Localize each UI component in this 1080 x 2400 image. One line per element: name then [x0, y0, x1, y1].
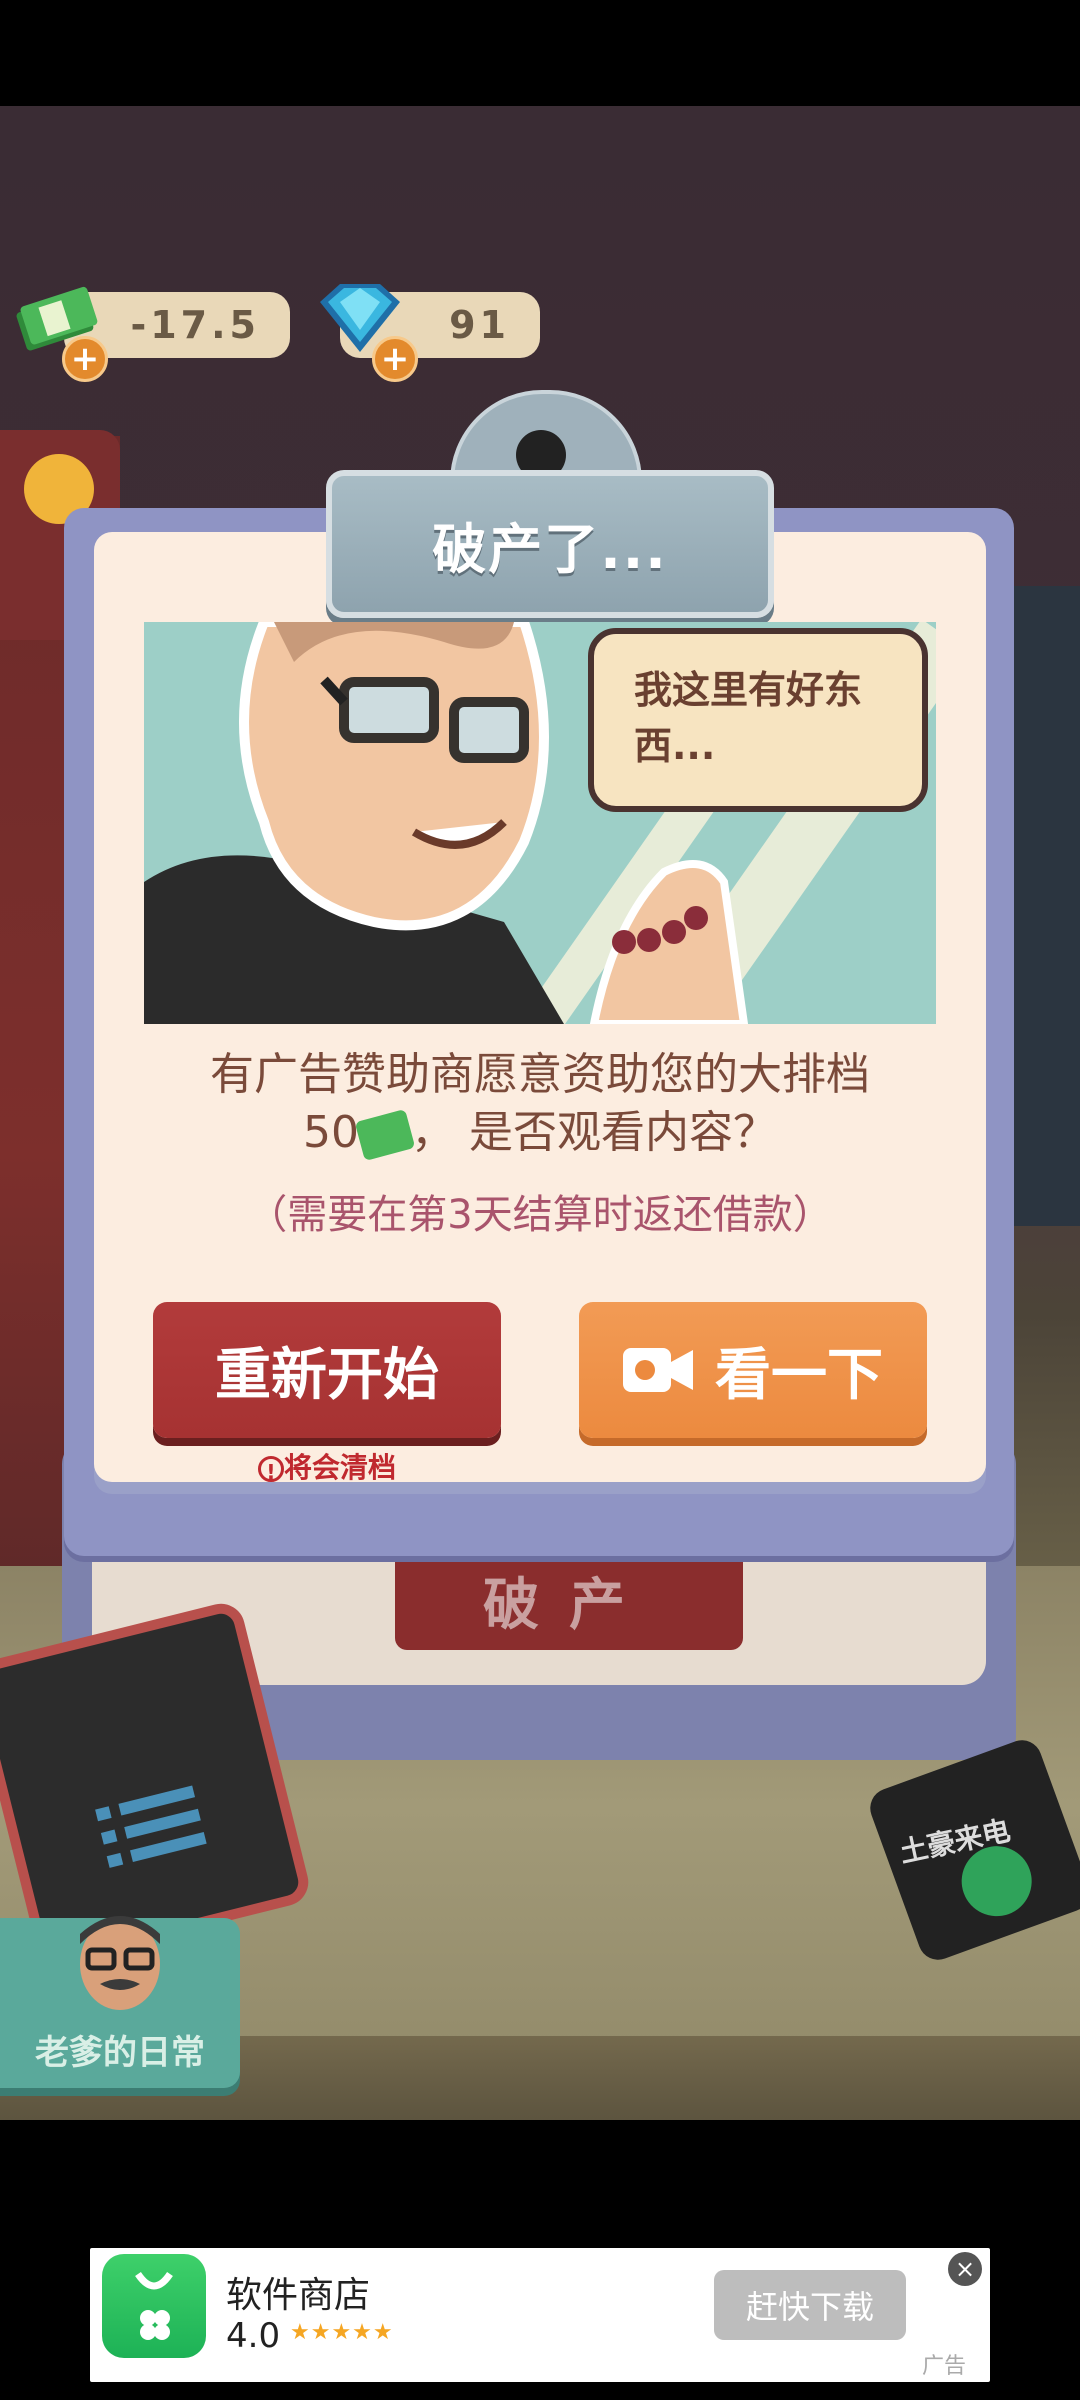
message-question: ， 是否观看内容？	[411, 1107, 777, 1158]
video-camera-icon	[623, 1348, 693, 1392]
rating-stars-icon: ★★★★★	[290, 2320, 394, 2345]
ad-label: 广告	[922, 2354, 967, 2379]
watch-label: 看一下	[715, 1342, 883, 1408]
reset-warning: ! 将会清档	[153, 1446, 501, 1486]
download-button[interactable]: 赶快下载	[714, 2270, 906, 2340]
dad-daily-button[interactable]: 老爹的日常	[0, 1916, 240, 2088]
restart-label: 重新开始	[215, 1342, 439, 1408]
title-plate: 破产了...	[326, 470, 774, 618]
warning-text: 将会清档	[283, 1451, 396, 1484]
money-value: -17.5	[130, 303, 260, 347]
sponsor-message: 有广告赞助商愿意资助您的大排档 50 ， 是否观看内容？	[144, 1046, 936, 1162]
close-ad-icon[interactable]: ×	[948, 2252, 982, 2286]
message-line1: 有广告赞助商愿意资助您的大排档	[210, 1049, 870, 1100]
watch-ad-button[interactable]: 看一下	[579, 1302, 927, 1438]
bankrupt-button[interactable]: 破产	[395, 1550, 743, 1650]
app-store-icon	[102, 2254, 206, 2358]
app-name: 软件商店	[226, 2275, 371, 2316]
gems-value: 91	[449, 303, 510, 347]
list-icon	[95, 1785, 207, 1868]
dad-daily-label: 老爹的日常	[35, 2033, 205, 2073]
restart-button[interactable]: 重新开始	[153, 1302, 501, 1438]
speech-text: 我这里有好东西...	[634, 668, 863, 768]
add-gems-button[interactable]: +	[372, 336, 418, 382]
app-rating: 4.0	[226, 2316, 281, 2356]
sponsor-amount: 50	[303, 1107, 359, 1158]
speech-bubble: 我这里有好东西...	[588, 628, 928, 812]
warning-icon: !	[257, 1456, 284, 1484]
message-line2: 50 ， 是否观看内容？	[144, 1104, 936, 1162]
cash-small-icon	[354, 1108, 416, 1162]
dad-avatar-icon	[80, 1916, 160, 2010]
status-bar	[0, 0, 1080, 106]
repay-note: （需要在第3天结算时返还借款）	[247, 1192, 833, 1238]
ad-banner[interactable]: 软件商店 4.0 ★★★★★ 赶快下载 × 广告	[90, 2248, 990, 2382]
dialog-title: 破产了...	[432, 517, 668, 581]
add-money-button[interactable]: +	[62, 336, 108, 382]
